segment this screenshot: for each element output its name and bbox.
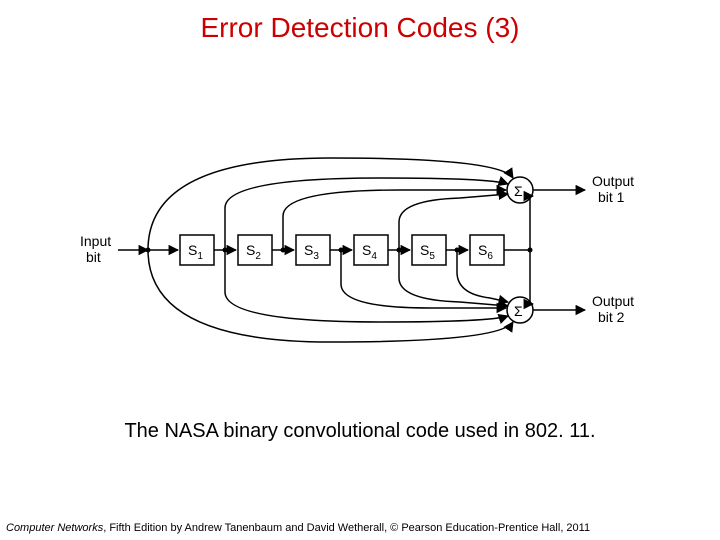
sum-bottom-icon: Σ — [514, 303, 523, 319]
output1-label-line1: Output — [592, 173, 634, 189]
output2-label-line2: bit 2 — [598, 309, 625, 325]
svg-text:Output: Output — [592, 293, 634, 309]
output2-label-line1: Output — [592, 293, 634, 309]
svg-text:bit 1: bit 1 — [598, 189, 625, 205]
diagram-caption: The NASA binary convolutional code used … — [0, 420, 720, 443]
input-label-line2: bit — [86, 249, 101, 265]
output1-label-line2: bit 1 — [598, 189, 625, 205]
svg-text:bit 2: bit 2 — [598, 309, 625, 325]
convolutional-code-diagram: Input bit S1 S2 S3 S4 S5 S6 Σ Σ — [80, 150, 660, 350]
svg-text:Input: Input — [80, 233, 111, 249]
page-title: Error Detection Codes (3) — [0, 12, 720, 44]
svg-text:bit: bit — [86, 249, 101, 265]
svg-text:Output: Output — [592, 173, 634, 189]
footer-citation: Computer Networks, Fifth Edition by Andr… — [6, 522, 590, 534]
sum-top-icon: Σ — [514, 183, 523, 199]
input-label-line1: Input — [80, 233, 111, 249]
